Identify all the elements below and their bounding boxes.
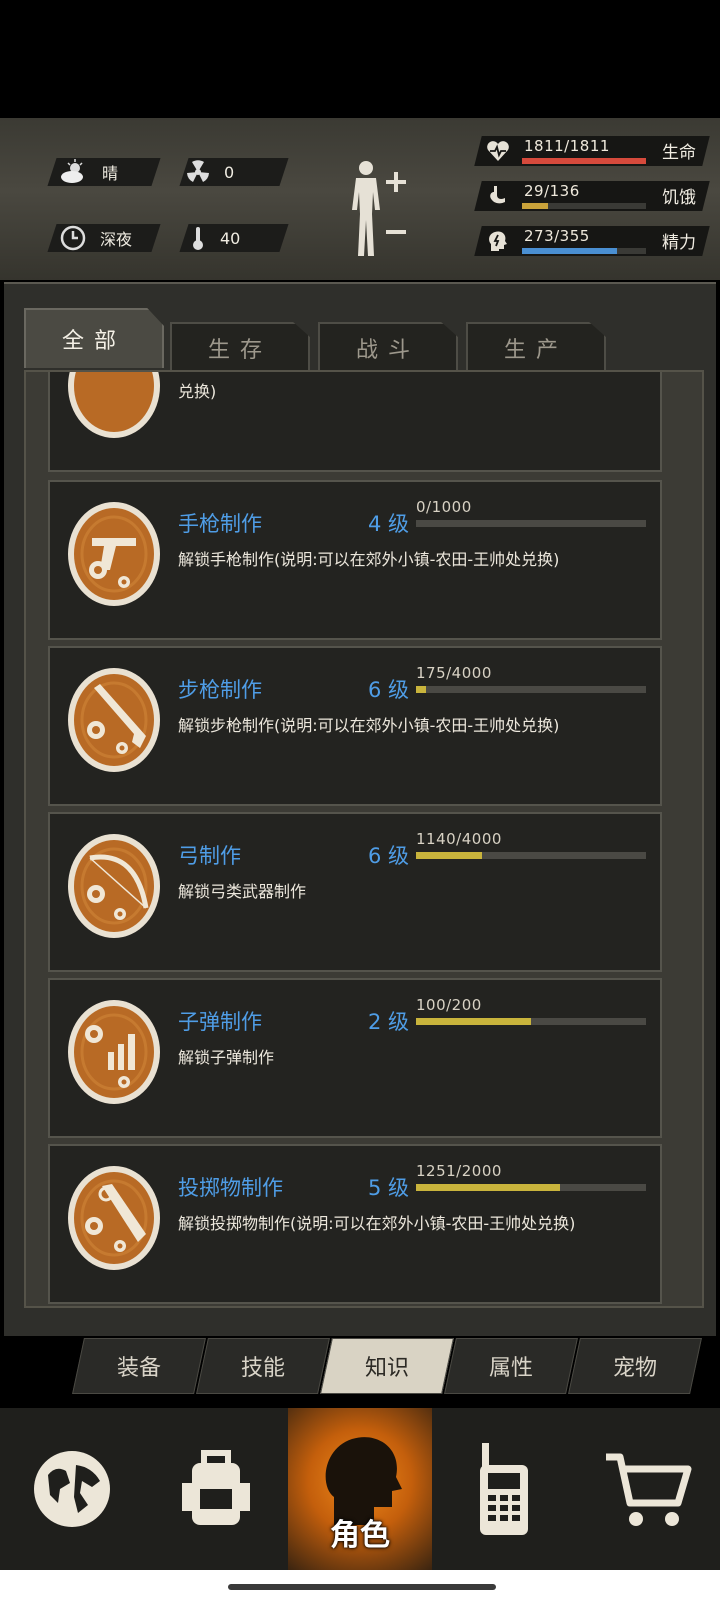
- nav-radio[interactable]: [432, 1408, 576, 1570]
- knowledge-progress-bar: [416, 686, 646, 693]
- time-label: 深夜: [100, 230, 133, 249]
- subtab-knowledge[interactable]: 知识: [320, 1338, 454, 1394]
- knowledge-level: 4 级: [368, 512, 410, 536]
- subtab-equipment[interactable]: 装备: [72, 1338, 206, 1394]
- nav-character[interactable]: 角色: [288, 1408, 432, 1570]
- knowledge-desc: 解锁投掷物制作(说明:可以在郊外小镇-农田-王帅处兑换): [178, 1214, 576, 1233]
- health-bar: [522, 158, 646, 164]
- heart-icon: [486, 139, 510, 163]
- radiation-value: 0: [224, 162, 235, 182]
- pistol-gear-icon: [66, 498, 162, 610]
- list-item[interactable]: 兑换): [48, 372, 662, 472]
- clock-icon: [60, 225, 86, 251]
- knowledge-desc: 解锁弓类武器制作: [178, 882, 307, 901]
- shopping-cart-icon: [606, 1453, 692, 1526]
- knowledge-level: 5 级: [368, 1176, 410, 1200]
- list-item[interactable]: 手枪制作 4 级 0/1000 解锁手枪制作(说明:可以在郊外小镇-农田-王帅处…: [48, 480, 662, 640]
- body-status-button[interactable]: [348, 158, 428, 262]
- knowledge-title: 手枪制作: [178, 512, 262, 536]
- knowledge-progress-text: 1251/2000: [416, 1162, 502, 1180]
- knowledge-title: 弓制作: [178, 844, 241, 868]
- nav-shop[interactable]: [576, 1408, 720, 1570]
- knowledge-progress-bar: [416, 852, 646, 859]
- home-indicator[interactable]: [228, 1584, 496, 1590]
- subtab-pets[interactable]: 宠物: [568, 1338, 702, 1394]
- brain-icon: [486, 229, 510, 253]
- nav-character-label: 角色: [330, 1518, 390, 1553]
- tab-all[interactable]: 全部: [24, 308, 164, 368]
- list-item[interactable]: 子弹制作 2 级 100/200 解锁子弹制作: [48, 978, 662, 1138]
- knowledge-progress-text: 100/200: [416, 996, 482, 1014]
- status-bar: [0, 0, 720, 118]
- health-stat: 1811/1811 生命: [474, 136, 710, 168]
- knowledge-list[interactable]: 兑换) 手枪制作 4 级 0/1000 解锁手枪制作(说明:可以在郊外小镇-农田…: [24, 370, 704, 1308]
- list-item[interactable]: 步枪制作 6 级 175/4000 解锁步枪制作(说明:可以在郊外小镇-农田-王…: [48, 646, 662, 806]
- knowledge-progress-bar: [416, 1184, 646, 1191]
- stomach-icon: [486, 184, 510, 208]
- list-item[interactable]: 弓制作 6 级 1140/4000 解锁弓类武器制作: [48, 812, 662, 972]
- weather-label: 晴: [102, 164, 119, 183]
- time-chip: 深夜: [60, 224, 132, 252]
- character-subtabs: 装备 技能 知识 属性 宠物: [70, 1338, 702, 1394]
- subtab-attributes[interactable]: 属性: [444, 1338, 578, 1394]
- list-item[interactable]: 投掷物制作 5 级 1251/2000 解锁投掷物制作(说明:可以在郊外小镇-农…: [48, 1144, 662, 1304]
- subtab-skills[interactable]: 技能: [196, 1338, 330, 1394]
- bow-gear-icon: [66, 830, 162, 942]
- globe-icon: [34, 1451, 110, 1527]
- nav-backpack[interactable]: [144, 1408, 288, 1570]
- energy-bar: [522, 248, 646, 254]
- bottom-nav: 角色: [0, 1408, 720, 1570]
- energy-label: 精力: [662, 233, 696, 253]
- knowledge-progress-text: 175/4000: [416, 664, 492, 682]
- knowledge-desc: 兑换): [178, 382, 217, 401]
- radiation-icon: [186, 160, 210, 184]
- hunger-bar: [522, 203, 646, 209]
- knowledge-progress-text: 0/1000: [416, 498, 472, 516]
- knowledge-level: 6 级: [368, 678, 410, 702]
- knowledge-level: 6 级: [368, 844, 410, 868]
- knowledge-desc: 解锁子弹制作: [178, 1048, 275, 1067]
- energy-value: 273/355: [524, 227, 590, 245]
- knowledge-progress-bar: [416, 1018, 646, 1025]
- knowledge-emblem-icon: [66, 372, 162, 442]
- tab-production[interactable]: 生产: [466, 322, 606, 372]
- knowledge-progress-text: 1140/4000: [416, 830, 502, 848]
- thermometer-icon: [190, 225, 206, 251]
- nav-world[interactable]: [0, 1408, 144, 1570]
- health-value: 1811/1811: [524, 137, 610, 155]
- backpack-icon: [182, 1450, 250, 1525]
- tab-survival[interactable]: 生存: [170, 322, 310, 372]
- weather-chip: 晴: [58, 158, 118, 186]
- knowledge-title: 步枪制作: [178, 678, 262, 702]
- knowledge-level: 2 级: [368, 1010, 410, 1034]
- cloud-sun-icon: [58, 159, 88, 185]
- knowledge-desc: 解锁步枪制作(说明:可以在郊外小镇-农田-王帅处兑换): [178, 716, 560, 735]
- knowledge-title: 投掷物制作: [178, 1176, 283, 1200]
- hunger-stat: 29/136 饥饿: [474, 181, 710, 213]
- radiation-chip: 0: [186, 158, 234, 186]
- rifle-gear-icon: [66, 664, 162, 776]
- health-label: 生命: [662, 143, 696, 163]
- bullets-gear-icon: [66, 996, 162, 1108]
- knowledge-title: 子弹制作: [178, 1010, 262, 1034]
- grenade-gear-icon: [66, 1162, 162, 1274]
- tab-combat[interactable]: 战斗: [318, 322, 458, 372]
- energy-stat: 273/355 精力: [474, 226, 710, 258]
- hunger-value: 29/136: [524, 182, 580, 200]
- body-silhouette-icon: [352, 161, 406, 256]
- temperature-value: 40: [220, 228, 241, 248]
- knowledge-desc: 解锁手枪制作(说明:可以在郊外小镇-农田-王帅处兑换): [178, 550, 560, 569]
- temperature-chip: 40: [190, 224, 240, 252]
- knowledge-progress-bar: [416, 520, 646, 527]
- hunger-label: 饥饿: [662, 188, 696, 208]
- walkie-talkie-icon: [480, 1443, 528, 1535]
